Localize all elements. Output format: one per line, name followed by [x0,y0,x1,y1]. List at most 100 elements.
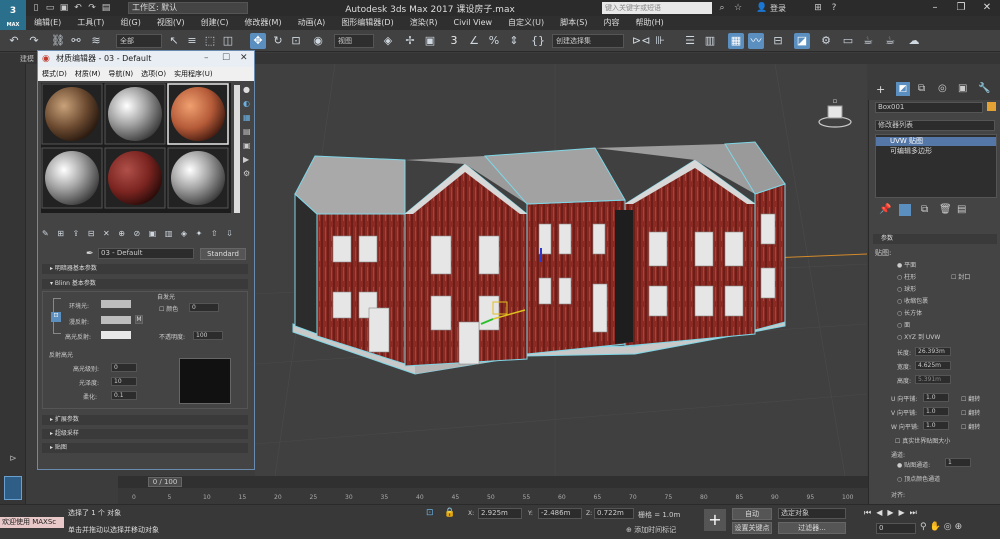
display-tab-icon[interactable]: ▣ [958,83,967,94]
named-selection-dropdown[interactable]: 创建选择集 [552,34,624,48]
key-filters-button[interactable]: 过滤器... [778,522,846,534]
selection-filter-dropdown[interactable]: 全部 [116,34,162,48]
mirror-icon[interactable]: ⊳⊲ [632,33,650,49]
sample-type-icon[interactable]: ● [243,85,253,99]
minimize-button[interactable]: – [922,0,948,16]
diffuse-color-swatch[interactable] [101,316,131,324]
login-link[interactable]: 登录 [770,3,786,14]
w-tile-field[interactable]: 1.0 [923,421,949,430]
a360-render-icon[interactable]: ☁ [906,33,922,49]
hierarchy-tab-icon[interactable]: ⧉ [918,83,925,94]
add-time-tag[interactable]: ⊕ 添加时间标记 [626,525,676,535]
percent-snap-icon[interactable]: % [486,33,502,49]
set-key-button[interactable]: 设置关键点 [732,522,772,534]
select-move-icon[interactable]: ✥ [250,33,266,49]
store-icon[interactable]: ⊞ [812,2,824,14]
params-rollout-header[interactable]: 参数 [873,234,997,244]
angle-snap-icon[interactable]: ∠ [466,33,482,49]
stack-item-uvw[interactable]: UVW 贴图 [876,137,996,146]
menu-item[interactable]: 修改器(M) [236,16,289,30]
blinn-basic-rollout[interactable]: ▾ Blinn 基本参数 [42,279,248,289]
menu-item[interactable]: 视图(V) [149,16,193,30]
show-end-result-icon[interactable] [899,204,911,216]
lock-ambient-diffuse-icon[interactable]: ⊡ [51,312,61,322]
v-tile-field[interactable]: 1.0 [923,407,949,416]
redo-button[interactable]: ↷ [26,33,42,49]
auto-key-button[interactable]: 自动 [732,508,772,520]
render-production-icon[interactable]: ☕ [860,33,876,49]
z-coord-field[interactable]: 0.722m [594,508,634,519]
configure-sets-icon[interactable]: ▤ [957,204,966,215]
mapping-option-radio[interactable]: ○ XYZ 到 UVW [897,332,995,344]
search-input[interactable]: 键入关键字或短语 [602,2,712,14]
me-maximize-button[interactable]: ☐ [222,53,230,63]
mapping-option-radio[interactable]: ○ 面 [897,320,995,332]
me-close-button[interactable]: ✕ [240,53,248,63]
stack-item-editpoly[interactable]: 可编辑多边形 [876,147,996,156]
spec-level-field[interactable]: 0 [111,363,137,372]
rendered-frame-icon[interactable]: ▭ [840,33,856,49]
self-illum-color-checkbox[interactable]: ☐ 颜色 [159,304,178,313]
undo-button[interactable]: ↶ [6,33,22,49]
height-field[interactable]: 5.391m [915,375,951,384]
me-menu-item[interactable]: 模式(D) [38,67,71,81]
ambient-color-swatch[interactable] [101,300,131,308]
isolate-selection-icon[interactable]: ⊡ [426,508,434,518]
snaps-toggle[interactable]: 3 [446,33,462,49]
render-setup-icon[interactable]: ⚙ [818,33,834,49]
object-color-swatch[interactable] [987,102,996,111]
shader-basic-rollout[interactable]: ▸ 明暗器基本参数 [42,264,248,274]
me-minimize-button[interactable]: – [204,53,209,63]
map-channel-field[interactable]: 1 [945,458,971,467]
ribbon-toggle-icon[interactable]: ▦ [728,33,744,49]
current-frame-field[interactable]: 0 [876,523,916,534]
unlink-icon[interactable]: ⚯ [68,33,84,49]
spinner-snap-icon[interactable]: ⇕ [506,33,522,49]
undo-icon[interactable]: ↶ [72,2,84,14]
utilities-tab-icon[interactable]: 🔧 [978,83,990,94]
u-tile-field[interactable]: 1.0 [923,393,949,402]
mapping-option-radio[interactable]: ○ 长方体 [897,308,995,320]
menu-item[interactable]: 编辑(E) [26,16,69,30]
material-editor-icon[interactable]: ◪ [794,33,810,49]
time-slider-thumb[interactable]: 0 / 100 [148,477,182,487]
material-toolbar[interactable]: ✎ ⊞ ⇪ ⊟ ✕ ⊕ ⊘ ▣ ▥ ◈ ✦ ⇧ ⇩ [42,229,252,243]
supersampling-rollout[interactable]: ▸ 超级采样 [42,429,248,439]
select-object-icon[interactable]: ↖ [166,33,182,49]
width-field[interactable]: 4.625m [915,361,951,370]
layer-explorer-icon[interactable]: ▥ [702,33,718,49]
v-flip-checkbox[interactable]: ☐ 翻转 [961,408,980,417]
user-icon[interactable]: 👤 [756,2,768,14]
ribbon-tab-modeling[interactable]: 建模 [20,54,34,64]
new-file-icon[interactable]: ▯ [30,2,42,14]
me-menu-item[interactable]: 选项(O) [137,67,170,81]
curve-editor-icon[interactable]: 〰 [748,33,764,49]
selection-lock-icon[interactable]: 🔒 [444,508,455,518]
mapping-option-radio[interactable]: ○ 柱形 [897,272,995,284]
specular-color-swatch[interactable] [101,331,131,339]
set-key-big-icon[interactable]: + [704,509,726,531]
open-file-icon[interactable]: ▭ [44,2,56,14]
bind-spacewarp-icon[interactable]: ≋ [88,33,104,49]
menu-item[interactable]: 工具(T) [69,16,112,30]
viewport-nav-controls[interactable]: ⚲✋◎⊕ [920,522,965,532]
opacity-field[interactable]: 100 [193,331,223,340]
motion-tab-icon[interactable]: ◎ [938,83,947,94]
backlight-icon[interactable]: ◐ [243,99,253,113]
modifier-list-dropdown[interactable]: 修改器列表 [875,120,995,131]
me-menu-item[interactable]: 材质(M) [71,67,105,81]
rect-selection-icon[interactable]: ⬚ [202,33,218,49]
align-icon[interactable]: ⊪ [652,33,668,49]
menu-item[interactable]: 组(G) [112,16,148,30]
reference-coord-dropdown[interactable]: 视图 [334,34,374,48]
self-illum-value[interactable]: 0 [189,303,219,312]
menu-item[interactable]: 自定义(U) [500,16,552,30]
toggle-scene-explorer-icon[interactable]: ☰ [682,33,698,49]
select-scale-icon[interactable]: ⊡ [288,33,304,49]
track-bar[interactable]: 0 5 10 15 20 25 30 35 40 45 50 55 60 65 70 75 80 85 90 95 10… [118,488,868,504]
mapping-option-radio[interactable]: ○ 收缩包裹 [897,296,995,308]
menu-item[interactable]: 图形编辑器(D) [333,16,401,30]
modify-tab-icon[interactable]: ◩ [896,82,910,96]
cap-checkbox[interactable]: ☐ 封口 [951,272,970,281]
search-icon[interactable]: ⌕ [716,2,728,14]
